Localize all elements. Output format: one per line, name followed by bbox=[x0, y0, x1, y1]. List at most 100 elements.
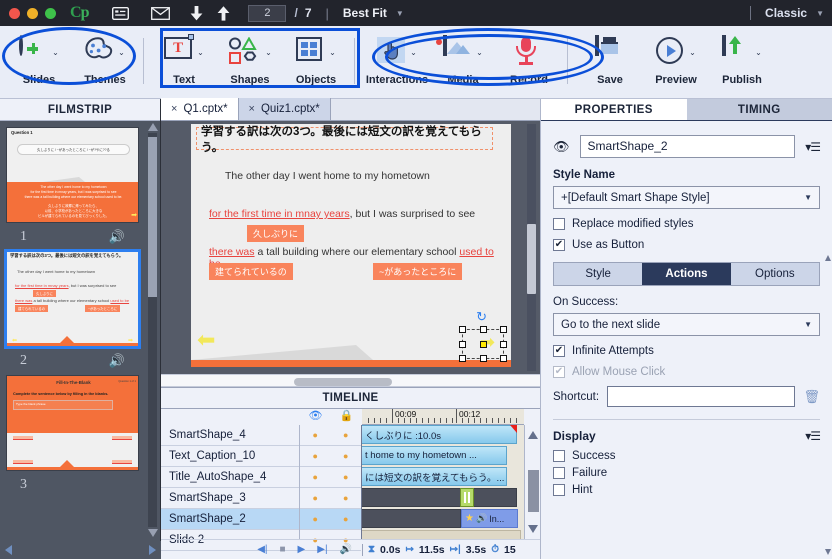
ribbon-objects-button[interactable]: ⌄ Objects bbox=[283, 26, 349, 99]
tab-options[interactable]: Options bbox=[730, 263, 819, 285]
chevron-down-icon[interactable]: ▼ bbox=[396, 9, 404, 18]
table-row[interactable]: Text_Caption_10 bbox=[161, 446, 299, 467]
canvas-line2[interactable]: for the first time in mnay years, but I … bbox=[209, 208, 475, 220]
speaker-icon[interactable]: 🔊 bbox=[109, 229, 125, 245]
shapes-chevron-down-icon[interactable]: ⌄ bbox=[265, 48, 272, 57]
eye-icon[interactable]: 👁 bbox=[300, 409, 331, 425]
filmstrip-scrollbar[interactable] bbox=[148, 123, 158, 537]
lock-dot[interactable]: ● bbox=[331, 514, 362, 524]
tab-actions[interactable]: Actions bbox=[642, 263, 731, 285]
visibility-dot[interactable]: ● bbox=[300, 430, 331, 440]
download-icon[interactable] bbox=[190, 5, 203, 21]
pause-icon[interactable] bbox=[460, 488, 474, 507]
canvas-chip-2[interactable]: 建てられているの bbox=[209, 263, 293, 280]
properties-scrollbar[interactable] bbox=[825, 255, 832, 555]
tab-style[interactable]: Style bbox=[554, 263, 643, 285]
display-failure-row[interactable]: Failure bbox=[553, 467, 820, 479]
row-toggles[interactable]: ● ● bbox=[300, 467, 361, 488]
scroll-up-icon[interactable] bbox=[825, 255, 831, 261]
timeline-bar[interactable]: ★ 🔊 In... bbox=[461, 509, 518, 528]
table-row[interactable]: SmartShape_2 bbox=[161, 509, 299, 530]
replace-modified-styles-row[interactable]: Replace modified styles bbox=[553, 218, 820, 230]
stop-icon[interactable]: ■ bbox=[280, 544, 286, 555]
trash-icon[interactable]: 🗑 bbox=[803, 389, 820, 405]
ribbon-record-button[interactable]: Record bbox=[496, 26, 562, 99]
timeline-bar[interactable] bbox=[362, 530, 521, 539]
skip-start-icon[interactable]: ◀| bbox=[257, 544, 267, 555]
visibility-dot[interactable]: ● bbox=[300, 493, 331, 503]
timeline-bar[interactable]: くしぶりに :10.0s bbox=[362, 425, 517, 444]
speaker-icon[interactable]: 🔊 bbox=[109, 353, 125, 369]
tab-quiz1-cptx[interactable]: × Quiz1.cptx* bbox=[238, 98, 331, 120]
handle-center[interactable] bbox=[480, 341, 487, 348]
page-number-input[interactable]: 2 bbox=[248, 4, 287, 22]
list-item[interactable]: Fill-In-The-Blank Question 1 of 1 Comple… bbox=[6, 375, 139, 499]
close-icon[interactable]: × bbox=[249, 103, 255, 115]
ribbon-text-button[interactable]: T ⌄ Text bbox=[151, 26, 217, 99]
selection-handles[interactable] bbox=[459, 326, 507, 362]
on-success-select[interactable]: Go to the next slide ▼ bbox=[553, 313, 820, 336]
style-name-select[interactable]: +[Default Smart Shape Style] ▼ bbox=[553, 186, 820, 209]
tab-q1-cptx[interactable]: × Q1.cptx* bbox=[161, 98, 239, 120]
display-success-checkbox[interactable] bbox=[553, 450, 565, 462]
minimize-window-button[interactable] bbox=[27, 7, 38, 19]
timeline-bar[interactable] bbox=[362, 488, 517, 507]
filmstrip-scroll-thumb[interactable] bbox=[148, 137, 157, 297]
slide-thumbnail-3[interactable]: Fill-In-The-Blank Question 1 of 1 Comple… bbox=[6, 375, 139, 471]
slide-canvas-area[interactable]: 学習する訳は次の3つ。最後には短文の訳を覚えてもらう。 The other da… bbox=[161, 121, 540, 374]
timeline-scrollbar[interactable] bbox=[524, 425, 540, 539]
ribbon-publish-button[interactable]: ⌄ Publish bbox=[709, 26, 775, 99]
ribbon-shapes-button[interactable]: ⌄ Shapes bbox=[217, 26, 283, 99]
rotate-handle-icon[interactable]: ↻ bbox=[476, 309, 487, 325]
handle-mr[interactable] bbox=[500, 341, 507, 348]
close-window-button[interactable] bbox=[9, 7, 20, 19]
scroll-down-icon[interactable] bbox=[148, 529, 158, 537]
display-hint-row[interactable]: Hint bbox=[553, 484, 820, 496]
canvas-chip-1[interactable]: 久しぶりに bbox=[247, 225, 305, 242]
publish-chevron-down-icon[interactable]: ⌄ bbox=[755, 48, 762, 57]
use-as-button-row[interactable]: ✔ Use as Button bbox=[553, 239, 820, 251]
tab-timing[interactable]: TIMING bbox=[686, 99, 832, 120]
timeline-object-names[interactable]: SmartShape_4 Text_Caption_10 Title_AutoS… bbox=[161, 425, 300, 551]
media-chevron-down-icon[interactable]: ⌄ bbox=[476, 48, 483, 57]
visibility-dot[interactable]: ● bbox=[300, 451, 331, 461]
lock-dot[interactable]: ● bbox=[331, 472, 362, 482]
table-row[interactable]: SmartShape_3 bbox=[161, 488, 299, 509]
list-item[interactable]: Question 1 久しぶりに / ~があったところに / ~が?やに??る … bbox=[6, 127, 139, 251]
ribbon-interactions-button[interactable]: ⌄ Interactions bbox=[364, 26, 430, 99]
themes-chevron-down-icon[interactable]: ⌄ bbox=[118, 48, 125, 57]
canvas-vertical-scrollbar[interactable] bbox=[527, 124, 536, 371]
zoom-level-label[interactable]: Best Fit bbox=[343, 6, 387, 20]
handle-br[interactable] bbox=[500, 355, 507, 362]
handle-bc[interactable] bbox=[480, 355, 487, 362]
scroll-down-icon[interactable] bbox=[528, 525, 538, 533]
scroll-up-icon[interactable] bbox=[148, 123, 158, 131]
window-icon[interactable] bbox=[112, 6, 130, 20]
next-slide-icon[interactable] bbox=[149, 545, 156, 555]
objects-chevron-down-icon[interactable]: ⌄ bbox=[329, 48, 336, 57]
chevron-down-icon[interactable]: ▼ bbox=[804, 320, 812, 329]
row-toggles[interactable]: ● ● bbox=[300, 425, 361, 446]
volume-icon[interactable]: 🔊 bbox=[340, 544, 352, 555]
shortcut-input[interactable] bbox=[607, 386, 796, 407]
lock-icon[interactable]: 🔒 bbox=[331, 409, 362, 425]
preview-chevron-down-icon[interactable]: ⌄ bbox=[689, 48, 696, 57]
upload-icon[interactable] bbox=[217, 5, 230, 21]
ribbon-preview-button[interactable]: ⌄ Preview bbox=[643, 26, 709, 99]
scroll-up-icon[interactable] bbox=[528, 431, 538, 439]
slide-thumbnail-2[interactable]: 学習する訳は次の3つ。最後には短文の訳を覚えてもらう。 The other da… bbox=[4, 249, 141, 349]
ribbon-themes-button[interactable]: ⌄ Themes bbox=[72, 26, 138, 99]
row-toggles[interactable]: ● ● bbox=[300, 446, 361, 467]
slide-thumbnail-1[interactable]: Question 1 久しぶりに / ~があったところに / ~が?やに??る … bbox=[6, 127, 139, 223]
canvas-hscroll-thumb[interactable] bbox=[294, 378, 392, 386]
lock-dot[interactable]: ● bbox=[331, 493, 362, 503]
timeline-visibility-column[interactable]: ● ● ● ● ● ● ● ● ● ● ● ● bbox=[300, 425, 362, 551]
handle-bl[interactable] bbox=[459, 355, 466, 362]
timeline-body[interactable]: 👁 🔒 00:09 00:12 SmartShape_4 Text_Captio… bbox=[161, 409, 540, 551]
workspace-chevron-down-icon[interactable]: ▼ bbox=[816, 9, 824, 18]
timeline-bar-dark-2[interactable] bbox=[362, 509, 461, 528]
row-toggles[interactable]: ● ● bbox=[300, 509, 361, 530]
canvas-chip-3[interactable]: ~があったところに bbox=[373, 263, 463, 280]
timeline-ruler[interactable]: 00:09 00:12 bbox=[362, 409, 524, 425]
ribbon-media-button[interactable]: ⌄ Media bbox=[430, 26, 496, 99]
